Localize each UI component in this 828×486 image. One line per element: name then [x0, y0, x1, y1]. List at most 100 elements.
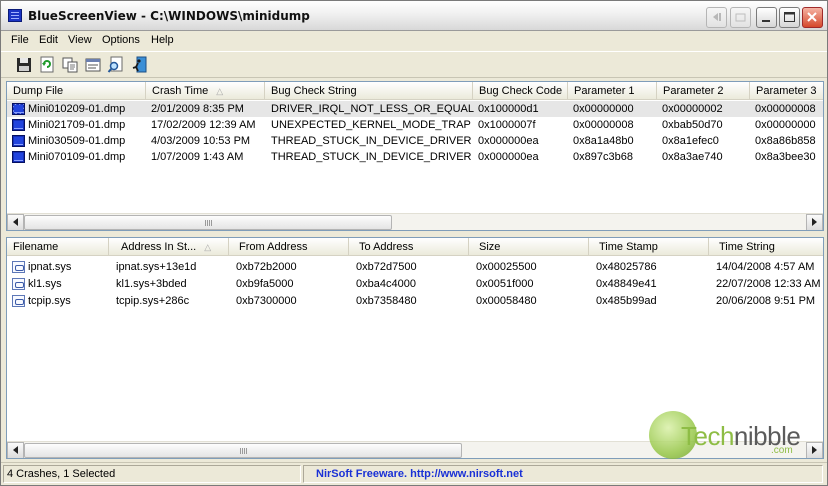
cell-time-stamp: 0x48025786: [596, 261, 657, 273]
dump-file-icon: [12, 119, 25, 131]
column-header[interactable]: Bug Check String: [265, 82, 473, 100]
refresh-icon: [40, 56, 54, 73]
column-label: Time Stamp: [599, 241, 658, 253]
menu-edit[interactable]: Edit: [39, 34, 58, 46]
column-header[interactable]: Parameter 2: [657, 82, 750, 100]
column-header[interactable]: Time Stamp: [589, 238, 709, 256]
cell-filename: ipnat.sys: [28, 261, 72, 273]
maximize-button[interactable]: [779, 7, 800, 28]
exit-icon: [132, 56, 147, 73]
table-row[interactable]: Mini030509-01.dmp 4/03/2009 10:53 PM THR…: [7, 133, 823, 149]
title-bar[interactable]: BlueScreenView - C:\WINDOWS\minidump: [1, 1, 827, 31]
window-title: BlueScreenView - C:\WINDOWS\minidump: [28, 9, 310, 23]
crash-list-header: Dump File Crash Time △ Bug Check String B…: [7, 82, 823, 100]
cell-size: 0x00025500: [476, 261, 537, 273]
scroll-left-button[interactable]: [7, 442, 24, 458]
cell-dump-file: Mini030509-01.dmp: [28, 135, 126, 147]
toolbar: [1, 51, 827, 78]
menu-view[interactable]: View: [68, 34, 92, 46]
cell-bug-check-code: 0x000000ea: [478, 151, 539, 163]
cell-crash-time: 4/03/2009 10:53 PM: [151, 135, 251, 147]
column-header[interactable]: Bug Check Code: [473, 82, 568, 100]
cell-to-address: 0xba4c4000: [356, 278, 416, 290]
column-label: Address In St...: [121, 241, 197, 253]
crash-list[interactable]: Dump File Crash Time △ Bug Check String B…: [6, 81, 824, 231]
cell-parameter-3: 0x00000000: [755, 119, 816, 131]
table-row[interactable]: kl1.sys kl1.sys+3bded 0xb9fa5000 0xba4c4…: [7, 276, 823, 292]
properties-icon: [85, 58, 101, 72]
bluescreen-icon: [8, 9, 22, 22]
column-label: Bug Check String: [271, 85, 357, 97]
column-label: Parameter 3: [756, 85, 817, 97]
app-window: BlueScreenView - C:\WINDOWS\minidump Fil…: [0, 0, 828, 486]
cell-parameter-1: 0x897c3b68: [573, 151, 633, 163]
refresh-button[interactable]: [38, 56, 56, 74]
column-header[interactable]: Parameter 3: [750, 82, 823, 100]
cell-dump-file: Mini070109-01.dmp: [28, 151, 126, 163]
sort-ascending-icon: △: [216, 86, 224, 96]
cell-time-stamp: 0x485b99ad: [596, 295, 657, 307]
scroll-left-button[interactable]: [7, 214, 24, 230]
status-bar: 4 Crashes, 1 Selected NirSoft Freeware. …: [1, 462, 827, 485]
cell-parameter-2: 0x8a3ae740: [662, 151, 723, 163]
column-header[interactable]: Size: [469, 238, 589, 256]
save-button[interactable]: [15, 56, 33, 74]
column-label: To Address: [359, 241, 414, 253]
column-label: Dump File: [13, 85, 64, 97]
table-row[interactable]: Mini010209-01.dmp 2/01/2009 8:35 PM DRIV…: [7, 101, 823, 117]
find-button[interactable]: [107, 56, 125, 74]
column-header[interactable]: Filename: [7, 238, 109, 256]
column-header[interactable]: From Address: [229, 238, 349, 256]
scrollbar-thumb[interactable]: [24, 215, 392, 230]
cell-parameter-1: 0x8a1a48b0: [573, 135, 634, 147]
horizontal-scrollbar[interactable]: [7, 213, 823, 230]
driver-file-icon: [12, 261, 25, 273]
cell-crash-time: 2/01/2009 8:35 PM: [151, 103, 244, 115]
cell-time-string: 14/04/2008 4:57 AM: [716, 261, 815, 273]
table-row[interactable]: tcpip.sys tcpip.sys+286c 0xb7300000 0xb7…: [7, 293, 823, 309]
extra-title-button[interactable]: [730, 7, 751, 28]
menu-options[interactable]: Options: [102, 34, 140, 46]
sort-ascending-icon: △: [204, 242, 212, 252]
status-crash-count: 4 Crashes, 1 Selected: [3, 465, 301, 483]
watermark-suffix: .com: [771, 445, 793, 456]
column-header[interactable]: Dump File: [7, 82, 146, 100]
cell-parameter-3: 0x8a86b858: [755, 135, 816, 147]
dump-file-icon: [12, 135, 25, 147]
menu-file[interactable]: File: [11, 34, 29, 46]
nirsoft-link[interactable]: NirSoft Freeware. http://www.nirsoft.net: [316, 468, 523, 480]
cell-time-string: 20/06/2008 9:51 PM: [716, 295, 816, 307]
column-header[interactable]: Address In St... △: [109, 238, 229, 256]
column-header[interactable]: To Address: [349, 238, 469, 256]
table-row[interactable]: ipnat.sys ipnat.sys+13e1d 0xb72b2000 0xb…: [7, 259, 823, 275]
table-row[interactable]: Mini070109-01.dmp 1/07/2009 1:43 AM THRE…: [7, 149, 823, 165]
close-button[interactable]: [802, 7, 823, 28]
cell-parameter-2: 0x8a1efec0: [662, 135, 719, 147]
cell-parameter-2: 0x00000002: [662, 103, 723, 115]
cell-address-in-stack: kl1.sys+3bded: [116, 278, 187, 290]
arrow-right-icon: [812, 218, 817, 226]
copy-button[interactable]: [61, 56, 79, 74]
exit-button[interactable]: [130, 56, 148, 74]
cell-crash-time: 17/02/2009 12:39 AM: [151, 119, 256, 131]
find-icon: [107, 56, 123, 73]
scroll-right-button[interactable]: [806, 214, 823, 230]
maximize-icon: [784, 12, 795, 22]
properties-button[interactable]: [84, 56, 102, 74]
cell-dump-file: Mini010209-01.dmp: [28, 103, 126, 115]
column-header[interactable]: Time String: [709, 238, 823, 256]
cell-size: 0x0051f000: [476, 278, 534, 290]
menu-help[interactable]: Help: [151, 34, 174, 46]
table-row[interactable]: Mini021709-01.dmp 17/02/2009 12:39 AM UN…: [7, 117, 823, 133]
grip-icon: [205, 220, 212, 226]
minimize-button[interactable]: [756, 7, 777, 28]
restore-button[interactable]: [706, 7, 727, 28]
driver-file-icon: [12, 295, 25, 307]
column-label: Crash Time: [152, 85, 209, 97]
cell-filename: tcpip.sys: [28, 295, 71, 307]
cell-from-address: 0xb72b2000: [236, 261, 297, 273]
column-header[interactable]: Parameter 1: [568, 82, 657, 100]
scrollbar-thumb[interactable]: [24, 443, 462, 458]
column-header[interactable]: Crash Time △: [146, 82, 265, 100]
cell-to-address: 0xb7358480: [356, 295, 417, 307]
